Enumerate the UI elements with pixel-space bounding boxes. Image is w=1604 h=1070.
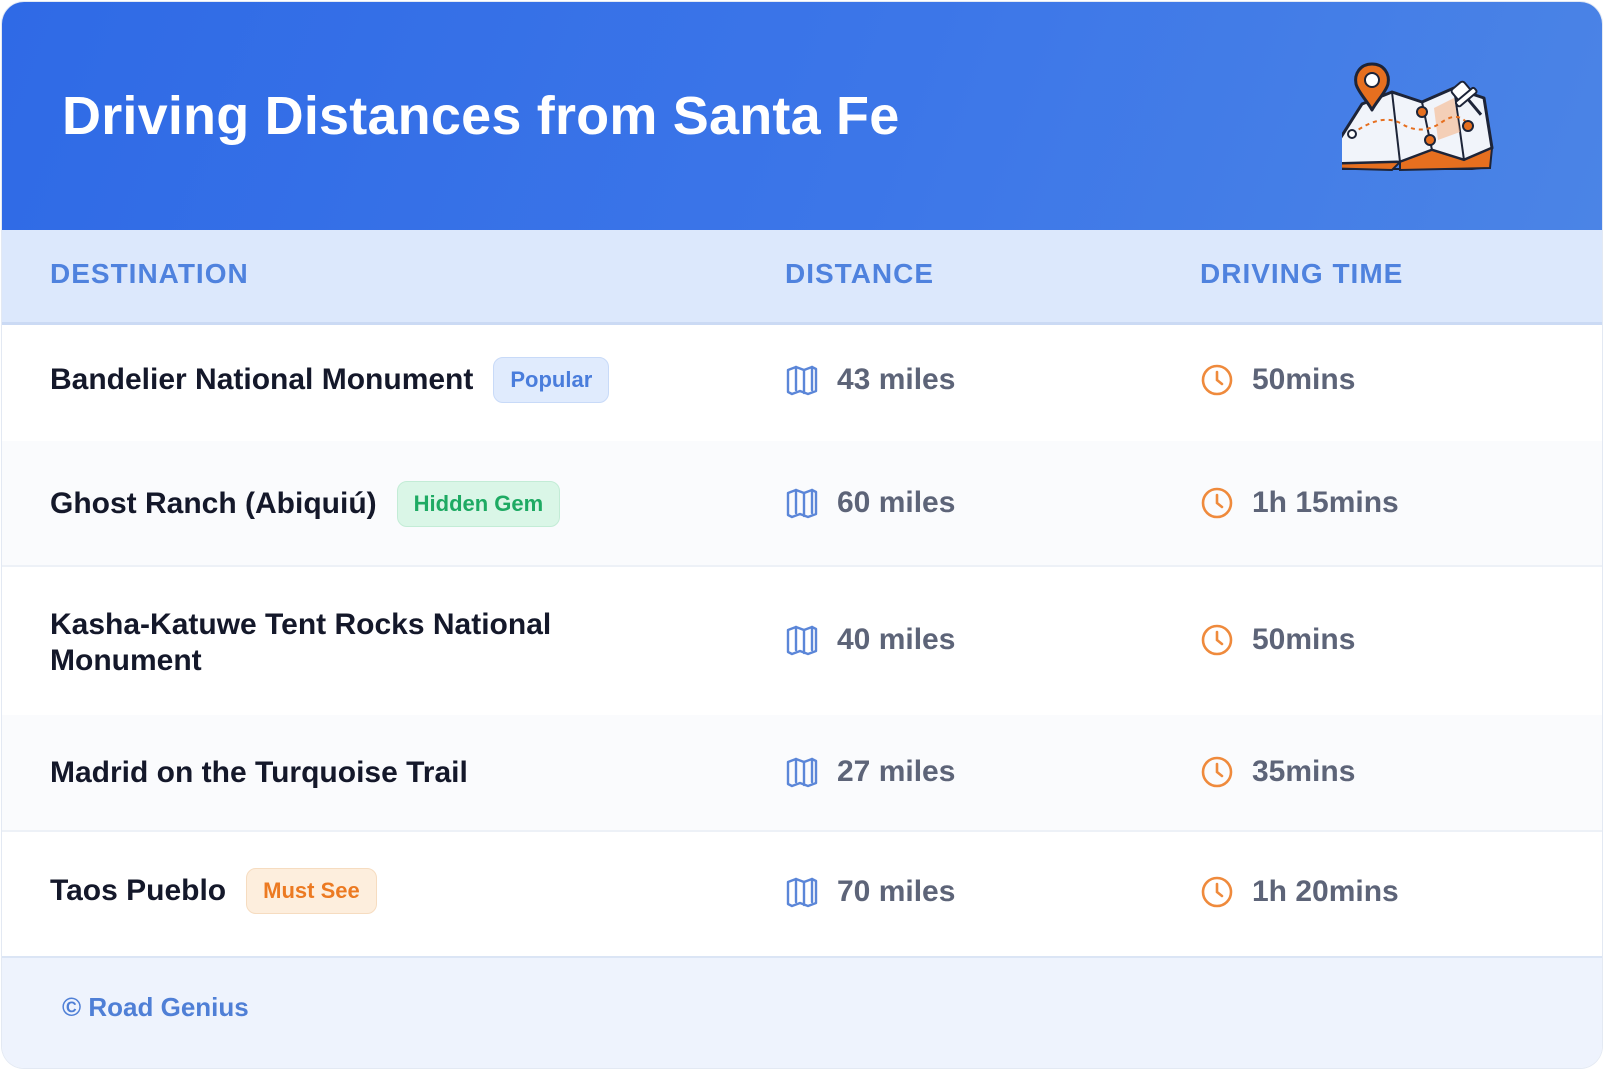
driving-time-value: 1h 20mins (1252, 875, 1399, 908)
destination-name: Madrid on the Turquoise Trail (50, 756, 468, 789)
destination-cell: Taos Pueblo Must See (50, 868, 377, 914)
column-header-distance[interactable]: DISTANCE (785, 258, 934, 290)
driving-time-value: 50mins (1252, 623, 1356, 656)
hidden-gem-badge: Hidden Gem (396, 481, 561, 527)
map-icon (785, 486, 819, 520)
clock-icon (1200, 486, 1234, 520)
destination-name: Taos Pueblo (50, 874, 227, 907)
destination-name: Kasha-Katuwe Tent Rocks National Monumen… (50, 608, 552, 677)
distance-cell: 60 miles (785, 486, 955, 520)
map-icon (785, 363, 819, 397)
column-header-driving-time[interactable]: DRIVING TIME (1200, 258, 1403, 290)
must-see-badge: Must See (246, 868, 377, 914)
distance-cell: 70 miles (785, 875, 955, 909)
distance-value: 40 miles (837, 623, 956, 656)
clock-icon (1200, 623, 1234, 657)
destination-name: Ghost Ranch (Abiquiú) (50, 487, 377, 520)
clock-icon (1200, 363, 1234, 397)
driving-time-cell: 35mins (1200, 755, 1355, 789)
map-icon (785, 623, 819, 657)
distance-card: Driving Distances from Santa Fe DESTINAT… (2, 2, 1602, 1068)
table-header: DESTINATION DISTANCE DRIVING TIME (2, 230, 1602, 325)
column-header-destination[interactable]: DESTINATION (50, 258, 249, 290)
driving-time-value: 50mins (1252, 363, 1356, 396)
distance-value: 70 miles (837, 875, 956, 908)
distance-value: 60 miles (837, 486, 956, 519)
popular-badge: Popular (493, 357, 610, 403)
driving-time-cell: 50mins (1200, 363, 1355, 397)
destination-cell: Bandelier National Monument Popular (50, 357, 610, 403)
page-title: Driving Distances from Santa Fe (62, 86, 900, 146)
table-row[interactable]: Ghost Ranch (Abiquiú) Hidden Gem 60 mile… (2, 441, 1602, 567)
clock-icon (1200, 755, 1234, 789)
driving-time-cell: 1h 20mins (1200, 875, 1399, 909)
map-icon (785, 875, 819, 909)
destination-name: Bandelier National Monument (50, 363, 474, 396)
distance-value: 43 miles (837, 363, 956, 396)
folded-map-with-pins-icon (1317, 52, 1542, 192)
clock-icon (1200, 875, 1234, 909)
table-row[interactable]: Taos Pueblo Must See 70 miles 1h 20mins (2, 830, 1602, 954)
destination-cell: Madrid on the Turquoise Trail (50, 755, 468, 791)
driving-time-cell: 50mins (1200, 623, 1355, 657)
driving-time-cell: 1h 15mins (1200, 486, 1399, 520)
footer: © Road Genius (2, 956, 1602, 1068)
table-row[interactable]: Kasha-Katuwe Tent Rocks National Monumen… (2, 565, 1602, 717)
driving-time-value: 35mins (1252, 755, 1356, 788)
destination-cell: Kasha-Katuwe Tent Rocks National Monumen… (50, 607, 590, 679)
distance-cell: 27 miles (785, 755, 955, 789)
table-row[interactable]: Bandelier National Monument Popular 43 m… (2, 325, 1602, 443)
distance-cell: 43 miles (785, 363, 955, 397)
header-banner: Driving Distances from Santa Fe (2, 2, 1602, 230)
copyright-text[interactable]: © Road Genius (62, 992, 249, 1023)
distance-cell: 40 miles (785, 623, 955, 657)
distance-value: 27 miles (837, 755, 956, 788)
table-row[interactable]: Madrid on the Turquoise Trail 27 miles 3… (2, 715, 1602, 832)
driving-time-value: 1h 15mins (1252, 486, 1399, 519)
map-icon (785, 755, 819, 789)
destination-cell: Ghost Ranch (Abiquiú) Hidden Gem (50, 481, 561, 527)
